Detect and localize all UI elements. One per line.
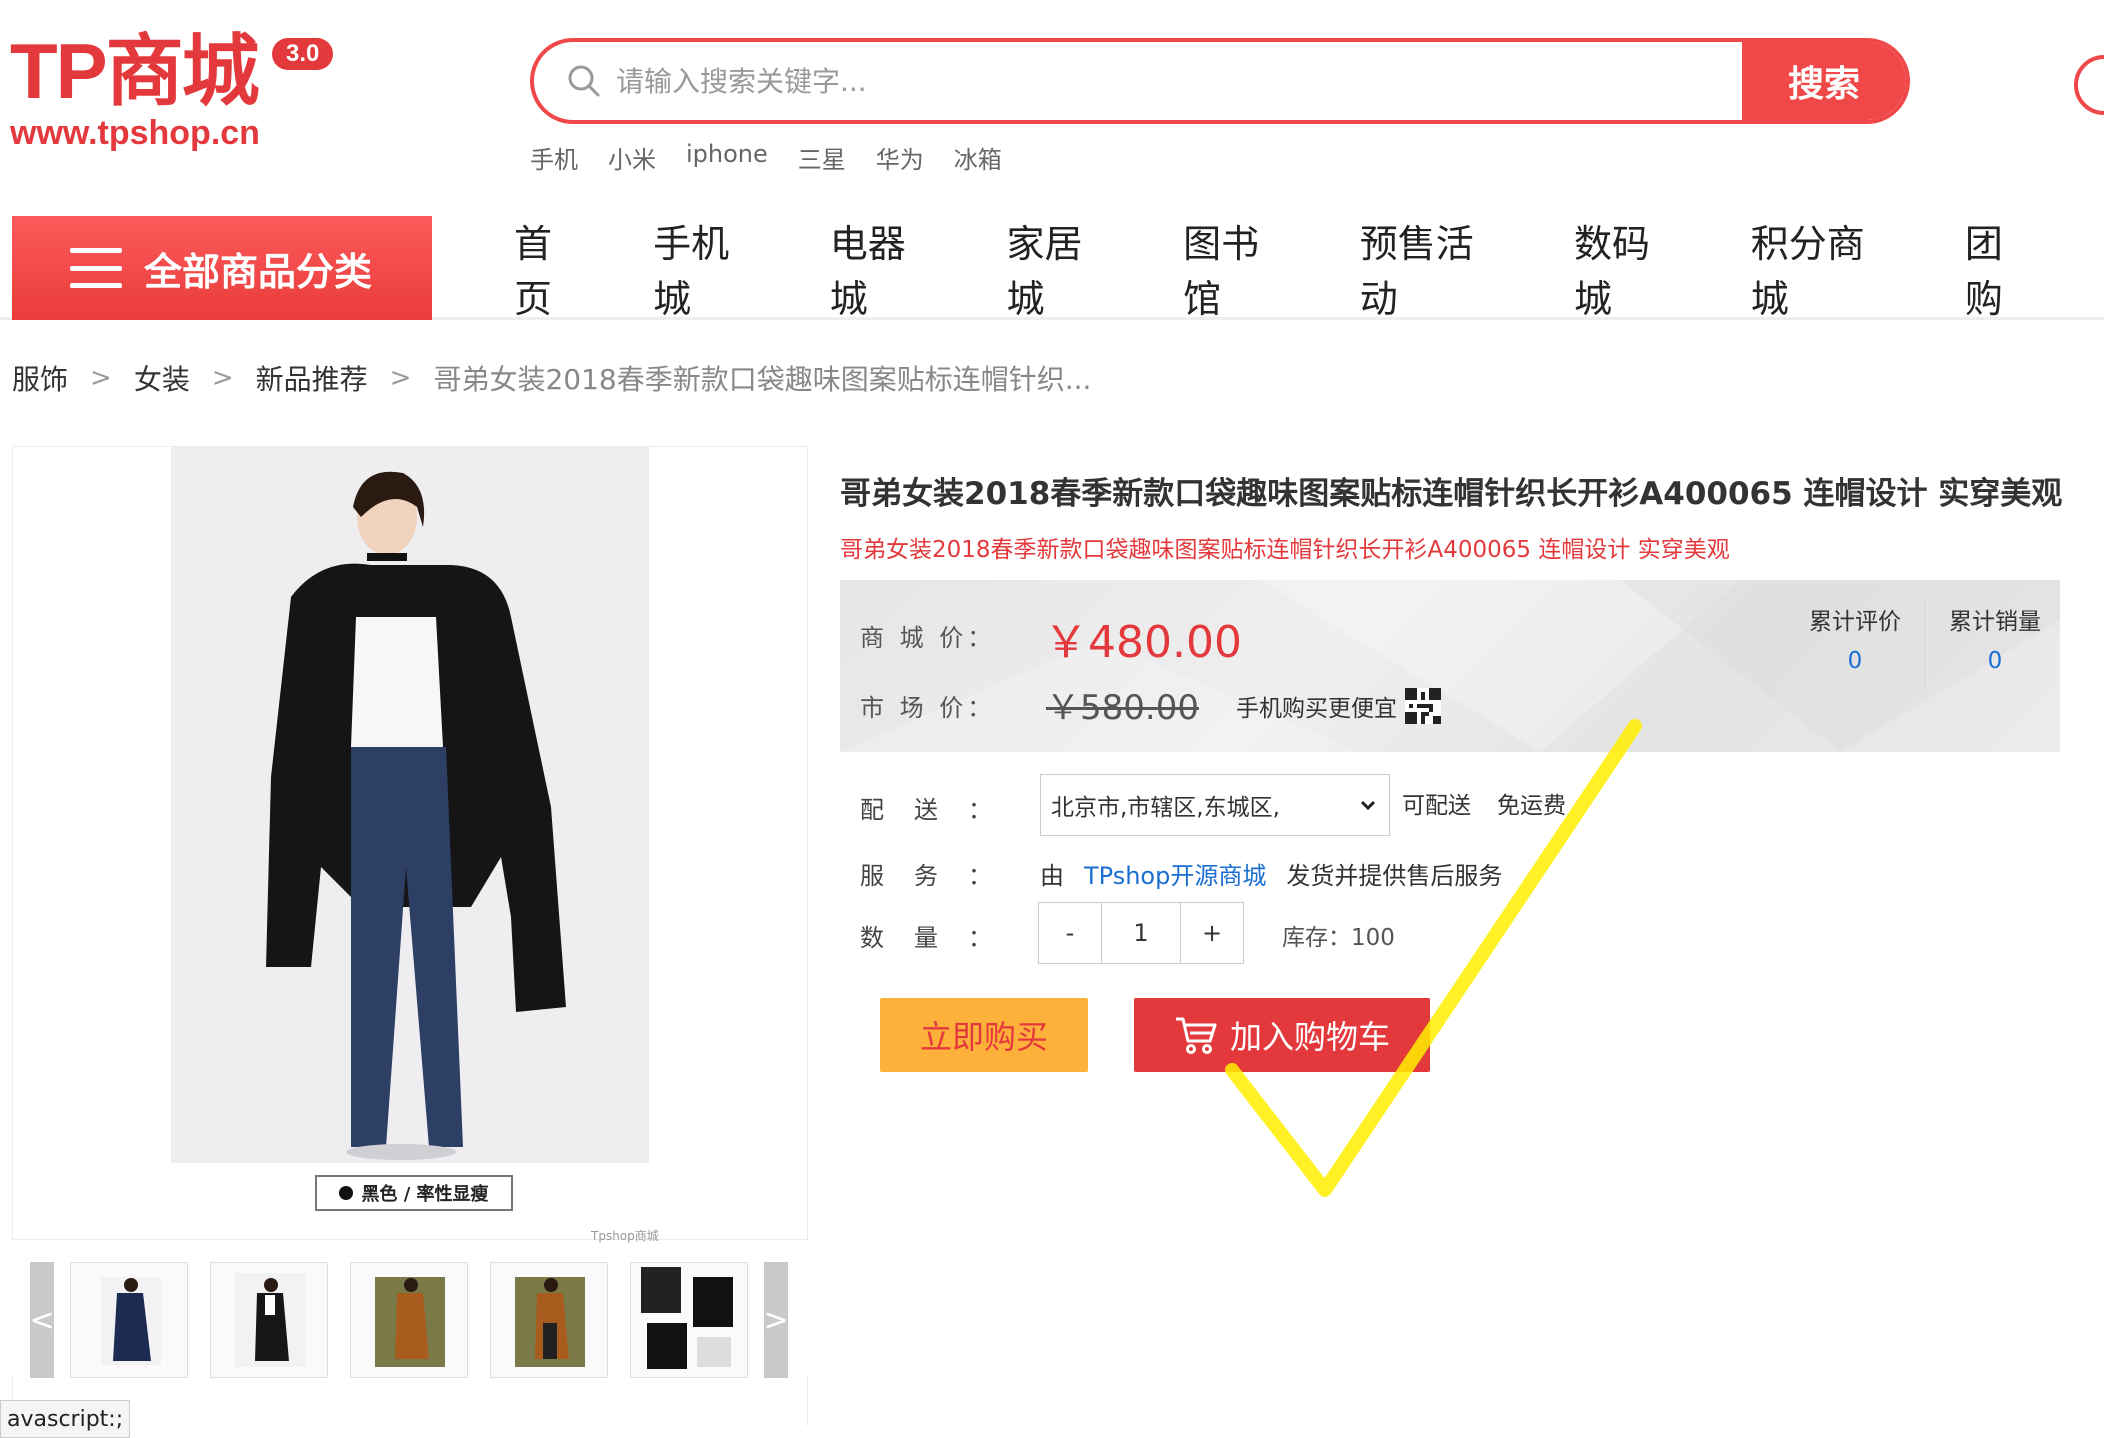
- site-logo[interactable]: TP商城 3.0 www.tpshop.cn: [10, 28, 340, 158]
- chevron-left-icon: <: [29, 1302, 55, 1338]
- breadcrumb-current: 哥弟女装2018春季新款口袋趣味图案贴标连帽针织...: [433, 363, 1092, 396]
- hot-keywords: 手机 小米 iphone 三星 华为 冰箱: [530, 140, 1002, 175]
- nav-item-group-buy[interactable]: 团购: [1965, 213, 2040, 323]
- quantity-label: 数量：: [860, 924, 1022, 952]
- delivery-status: 可配送: [1402, 793, 1471, 819]
- product-title: 哥弟女装2018春季新款口袋趣味图案贴标连帽针织长开衫A400065 连帽设计 …: [840, 476, 2063, 512]
- qty-minus-button[interactable]: -: [1039, 903, 1101, 963]
- product-subtitle: 哥弟女装2018春季新款口袋趣味图案贴标连帽针织长开衫A400065 连帽设计 …: [840, 537, 1730, 563]
- stat-divider: [1924, 600, 1925, 690]
- chevron-right-icon: >: [90, 363, 112, 393]
- chevron-down-icon: [1360, 800, 1376, 811]
- menu-icon: [70, 248, 122, 288]
- search-button[interactable]: 搜索: [1742, 42, 1906, 120]
- nav-item-home-goods[interactable]: 家居城: [1006, 213, 1119, 323]
- logo-url: www.tpshop.cn: [10, 114, 260, 152]
- quantity-stepper: - 1 +: [1038, 902, 1244, 964]
- breadcrumb-item[interactable]: 新品推荐: [256, 358, 368, 398]
- main-nav: 全部商品分类 首页 手机城 电器城 家居城 图书馆 预售活动 数码城 积分商城 …: [0, 213, 2104, 323]
- user-avatar-edge[interactable]: [2074, 55, 2104, 115]
- color-tag-text: 黑色 / 率性显瘦: [361, 1184, 489, 1205]
- chevron-right-icon: >: [763, 1302, 789, 1338]
- thumb-next-button[interactable]: >: [763, 1262, 789, 1378]
- nav-item-home[interactable]: 首页: [514, 213, 589, 323]
- color-tag: 黑色 / 率性显瘦: [315, 1175, 513, 1211]
- sales-stat: 累计销量 0: [1930, 602, 2060, 674]
- delivery-info: 可配送 免运费: [1402, 786, 1566, 820]
- stock-count: 库存：100: [1282, 925, 1395, 951]
- buy-now-button[interactable]: 立即购买: [880, 998, 1088, 1072]
- product-main-image[interactable]: 黑色 / 率性显瘦 Tpshop商城: [12, 446, 808, 1243]
- product-photo: [171, 447, 649, 1163]
- gallery-frame: [12, 1376, 808, 1426]
- shop-link[interactable]: TPshop开源商城: [1084, 856, 1266, 891]
- shop-price-label: 商 城 价：: [860, 624, 996, 652]
- cart-icon: [1175, 1017, 1217, 1054]
- market-price: ￥580.00: [1046, 688, 1199, 728]
- breadcrumb-item[interactable]: 服饰: [12, 358, 68, 398]
- add-to-cart-label: 加入购物车: [1229, 1018, 1390, 1056]
- mobile-promo-text: 手机购买更便宜: [1236, 696, 1397, 722]
- qty-input[interactable]: 1: [1101, 903, 1181, 963]
- search-bar: 搜索: [530, 38, 1910, 124]
- nav-item-appliances[interactable]: 电器城: [830, 213, 943, 323]
- price-panel: 商 城 价： ￥480.00 市 场 价： ￥580.00 手机购买更便宜 累计…: [840, 580, 2060, 752]
- all-categories-label: 全部商品分类: [144, 249, 373, 294]
- market-price-label: 市 场 价：: [860, 694, 996, 722]
- logo-text: TP商城: [10, 27, 260, 115]
- hot-keyword[interactable]: 华为: [876, 140, 924, 175]
- breadcrumb: 服饰 > 女装 > 新品推荐 > 哥弟女装2018春季新款口袋趣味图案贴标连帽针…: [12, 358, 1091, 398]
- all-categories-button[interactable]: 全部商品分类: [12, 216, 432, 320]
- delivery-region-select[interactable]: 北京市,市辖区,东城区,: [1040, 774, 1390, 836]
- hot-keyword[interactable]: 手机: [530, 140, 578, 175]
- thumbnail[interactable]: [630, 1262, 748, 1378]
- image-watermark: Tpshop商城: [591, 1229, 659, 1243]
- hot-keyword[interactable]: 小米: [608, 140, 656, 175]
- breadcrumb-item[interactable]: 女装: [134, 358, 190, 398]
- shop-price: ￥480.00: [1044, 617, 1242, 668]
- mobile-promo[interactable]: 手机购买更便宜: [1236, 688, 1441, 724]
- nav-item-phones[interactable]: 手机城: [653, 213, 766, 323]
- chevron-right-icon: >: [211, 363, 234, 393]
- chevron-right-icon: >: [389, 363, 412, 393]
- delivery-label: 配送：: [860, 796, 1022, 824]
- search-input[interactable]: [614, 63, 1742, 99]
- thumbnail[interactable]: [350, 1262, 468, 1378]
- nav-item-presale[interactable]: 预售活动: [1360, 213, 1510, 323]
- search-field[interactable]: [534, 42, 1742, 120]
- review-stat-count: 0: [1847, 648, 1863, 674]
- qty-plus-button[interactable]: +: [1181, 903, 1243, 963]
- sales-stat-label: 累计销量: [1949, 609, 2041, 635]
- qr-code-icon: [1405, 688, 1441, 724]
- nav-item-books[interactable]: 图书馆: [1183, 213, 1296, 323]
- add-to-cart-button[interactable]: 加入购物车: [1134, 998, 1430, 1072]
- nav-item-digital[interactable]: 数码城: [1574, 213, 1687, 323]
- hot-keyword[interactable]: iphone: [686, 140, 768, 175]
- logo-version-badge: 3.0: [272, 38, 334, 70]
- service-label: 服务：: [860, 862, 1022, 890]
- service-prefix: 由: [1040, 862, 1064, 890]
- nav-items: 首页 手机城 电器城 家居城 图书馆 预售活动 数码城 积分商城 团购: [514, 213, 2104, 323]
- shipping-fee: 免运费: [1497, 793, 1566, 819]
- browser-status-bar: avascript:;: [0, 1400, 131, 1438]
- review-stat[interactable]: 累计评价 0: [1790, 602, 1920, 674]
- thumbnail[interactable]: [490, 1262, 608, 1378]
- hot-keyword[interactable]: 三星: [798, 140, 846, 175]
- review-stat-label: 累计评价: [1809, 609, 1901, 635]
- thumbnail[interactable]: [210, 1262, 328, 1378]
- hot-keyword[interactable]: 冰箱: [954, 140, 1002, 175]
- search-icon: [568, 65, 600, 97]
- thumbnail-strip: < >: [12, 1262, 808, 1378]
- thumb-prev-button[interactable]: <: [29, 1262, 55, 1378]
- nav-item-points-mall[interactable]: 积分商城: [1751, 213, 1901, 323]
- service-info: 由 TPshop开源商城 发货并提供售后服务: [1040, 856, 1502, 891]
- color-dot-icon: [339, 1186, 354, 1200]
- thumbnail[interactable]: [70, 1262, 188, 1378]
- delivery-region-value: 北京市,市辖区,东城区,: [1051, 795, 1280, 821]
- service-suffix: 发货并提供售后服务: [1286, 862, 1503, 890]
- sales-stat-count: 0: [1987, 648, 2003, 674]
